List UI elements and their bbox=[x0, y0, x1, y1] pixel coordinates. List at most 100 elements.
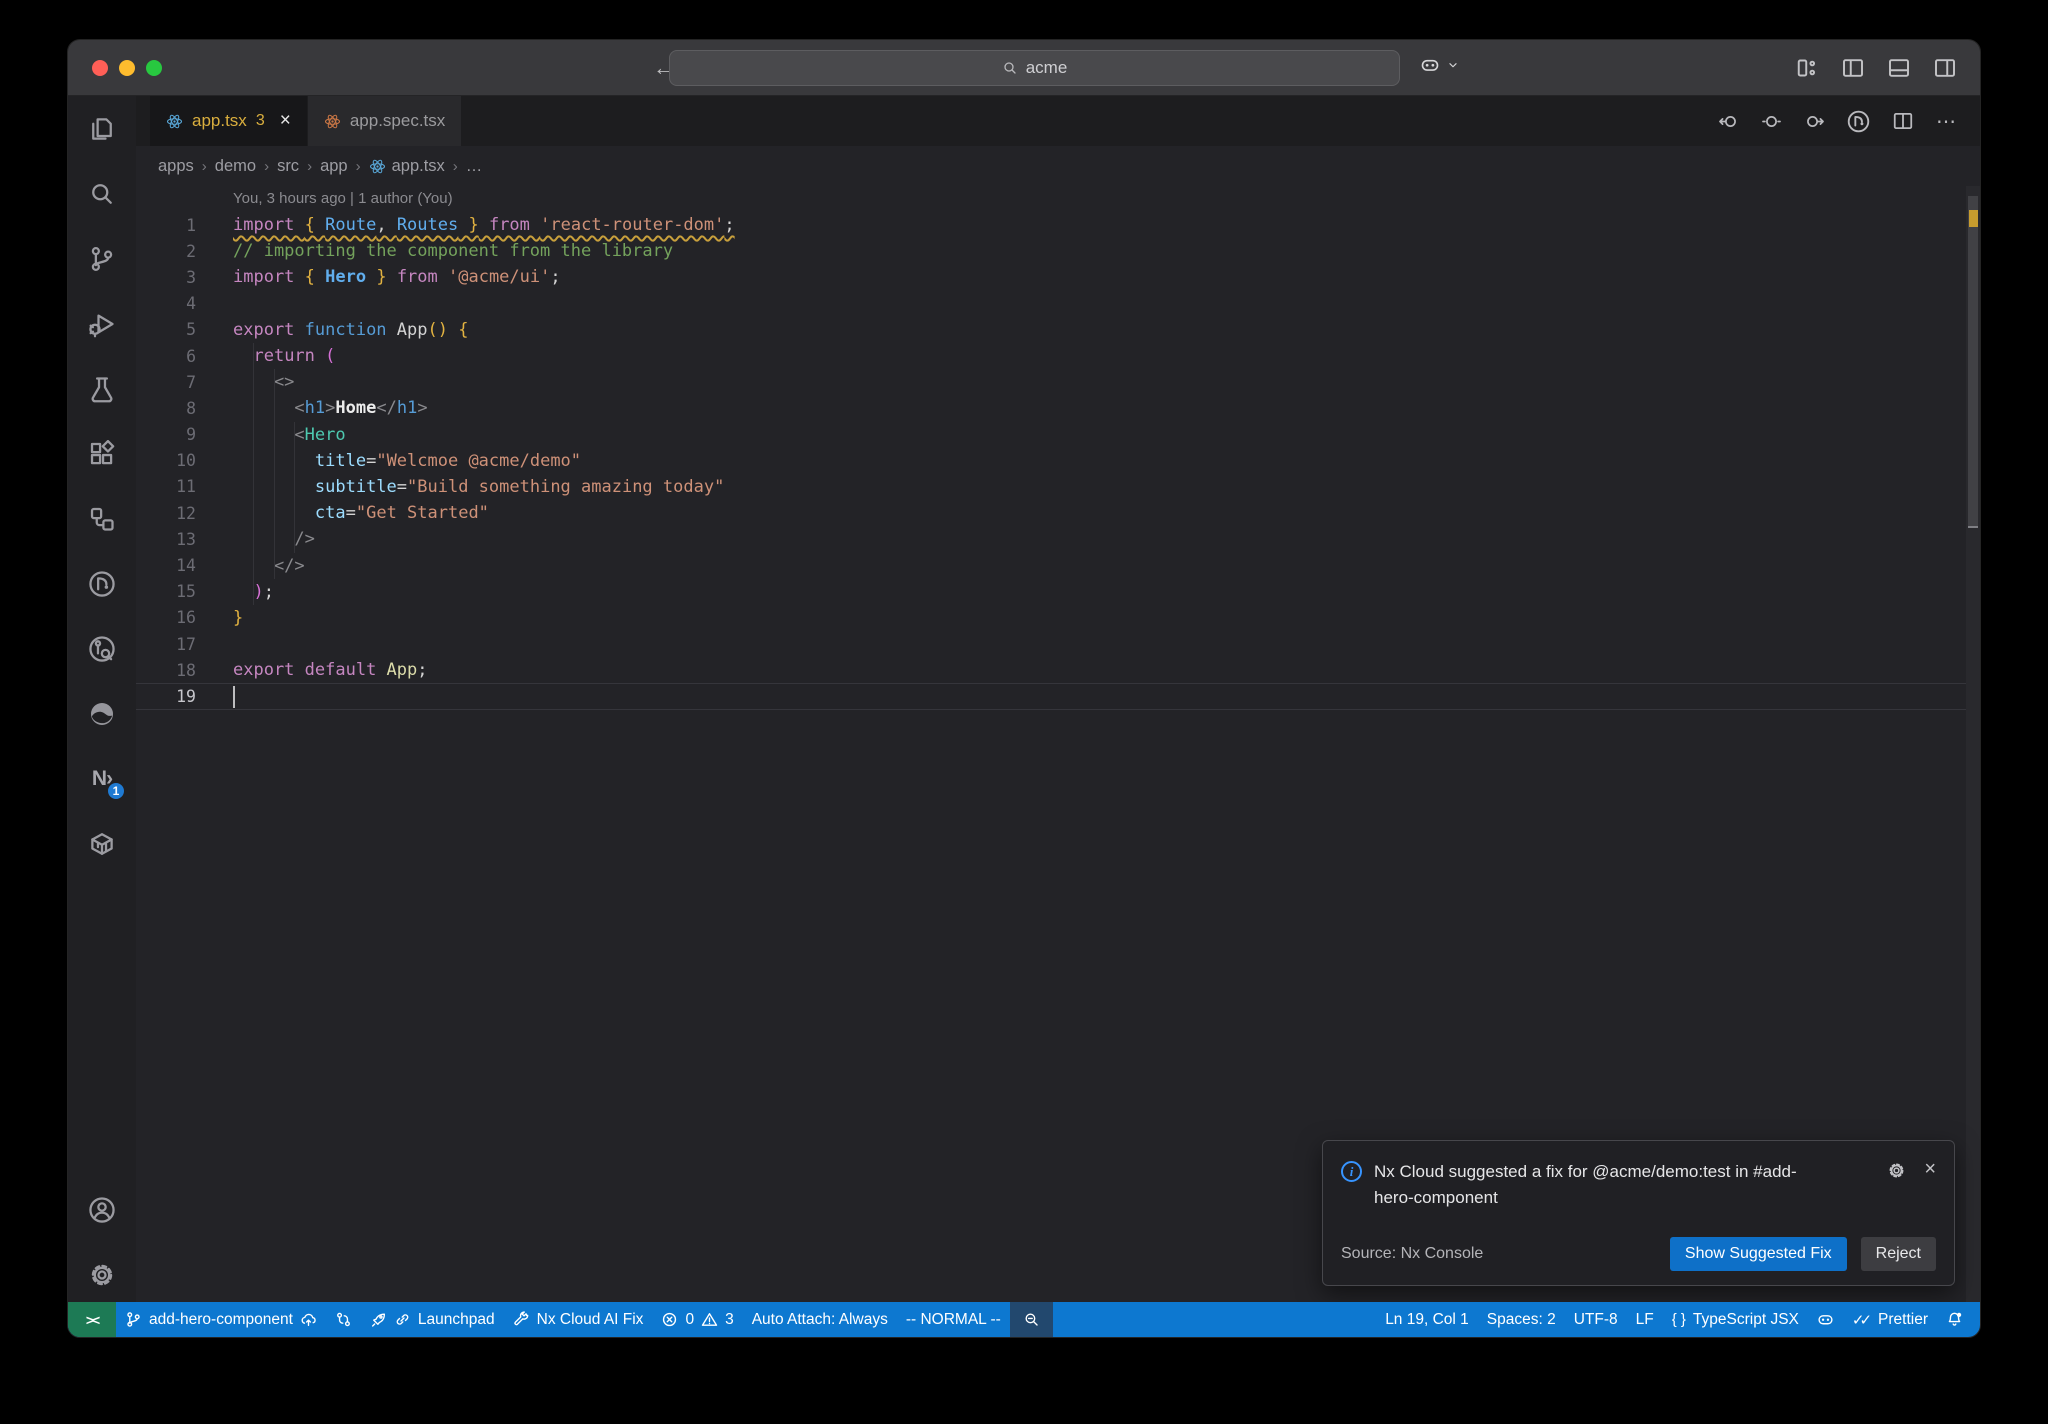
status-problems[interactable]: 03 bbox=[652, 1302, 742, 1337]
code-text: cta="Get Started" bbox=[314, 503, 489, 524]
scrollbar-thumb[interactable] bbox=[1968, 196, 1978, 528]
tab-close-icon[interactable]: × bbox=[280, 110, 291, 132]
titlebar: ← → acme bbox=[68, 40, 1980, 96]
code-line-2[interactable]: 2 // importing the component from the lib… bbox=[136, 238, 1966, 264]
commit-graph-icon[interactable] bbox=[87, 634, 117, 664]
extensions-icon[interactable] bbox=[87, 439, 117, 469]
breadcrumb-item-src[interactable]: src bbox=[277, 157, 299, 176]
code-line-14[interactable]: 14 </> bbox=[136, 552, 1966, 578]
tab-app.tsx[interactable]: app.tsx 3 × bbox=[150, 96, 307, 146]
status-zoom-indicator[interactable] bbox=[1009, 1302, 1053, 1337]
status-encoding[interactable]: UTF-8 bbox=[1565, 1302, 1627, 1337]
code-line-8[interactable]: 8 <h1>Home</h1> bbox=[136, 395, 1966, 421]
breadcrumb-item-apps[interactable]: apps bbox=[158, 157, 194, 176]
code-line-12[interactable]: 12 cta="Get Started" bbox=[136, 500, 1966, 526]
code-line-16[interactable]: 16} bbox=[136, 605, 1966, 631]
breadcrumb-item-demo[interactable]: demo bbox=[215, 157, 256, 176]
toggle-secondary-sidebar-icon[interactable] bbox=[1932, 55, 1958, 81]
code-line-1[interactable]: 1 import { Route, Routes } from 'react-ro… bbox=[136, 212, 1966, 238]
search-icon[interactable] bbox=[87, 179, 117, 209]
git-branch-icon bbox=[125, 1311, 142, 1328]
command-center-search[interactable]: acme bbox=[669, 50, 1400, 86]
run-debug-icon[interactable] bbox=[87, 309, 117, 339]
toggle-panel-icon[interactable] bbox=[1886, 55, 1912, 81]
warning-triangle-icon bbox=[701, 1311, 718, 1328]
close-window-button[interactable] bbox=[92, 59, 108, 76]
breadcrumb-item-app.tsx[interactable]: app.tsx bbox=[369, 157, 445, 176]
reject-button[interactable]: Reject bbox=[1860, 1237, 1936, 1271]
code-text: import { Hero } from '@acme/ui'; bbox=[233, 267, 561, 288]
edge-tools-icon[interactable] bbox=[87, 699, 117, 729]
explorer-icon[interactable] bbox=[87, 114, 117, 144]
vertical-scrollbar[interactable] bbox=[1966, 186, 1980, 1302]
show-suggested-fix-button[interactable]: Show Suggested Fix bbox=[1669, 1237, 1847, 1271]
settings-gear-icon[interactable] bbox=[87, 1260, 117, 1290]
status-nx-cloud-ai-fix[interactable]: Nx Cloud AI Fix bbox=[504, 1302, 653, 1337]
changes-icon[interactable] bbox=[1761, 111, 1782, 132]
status-eol[interactable]: LF bbox=[1627, 1302, 1663, 1337]
code-line-3[interactable]: 3 import { Hero } from '@acme/ui'; bbox=[136, 264, 1966, 290]
code-line-11[interactable]: 11 subtitle="Build something amazing tod… bbox=[136, 474, 1966, 500]
status-cursor-position[interactable]: Ln 19, Col 1 bbox=[1376, 1302, 1478, 1337]
notification-settings-gear-icon[interactable] bbox=[1887, 1161, 1906, 1185]
next-change-icon[interactable] bbox=[1804, 111, 1825, 132]
split-editor-icon[interactable] bbox=[1892, 110, 1914, 132]
code-line-15[interactable]: 15 ); bbox=[136, 579, 1966, 605]
status-vim-mode[interactable]: -- NORMAL -- bbox=[897, 1302, 1010, 1337]
status-auto-attach[interactable]: Auto Attach: Always bbox=[743, 1302, 897, 1337]
status-launchpad[interactable]: Launchpad bbox=[361, 1302, 504, 1337]
code-text: export default App; bbox=[233, 660, 428, 681]
code-line-13[interactable]: 13 /> bbox=[136, 526, 1966, 552]
line-number: 16 bbox=[176, 608, 196, 628]
copilot-icon[interactable] bbox=[1420, 55, 1440, 80]
project-graph-icon[interactable] bbox=[87, 504, 117, 534]
zoom-window-button[interactable] bbox=[146, 59, 162, 76]
notification-close-icon[interactable]: × bbox=[1924, 1159, 1936, 1179]
code-line-5[interactable]: 5 export function App() { bbox=[136, 317, 1966, 343]
run-circle-icon[interactable] bbox=[87, 569, 117, 599]
nx-console-icon[interactable]: N› 1 bbox=[87, 764, 126, 801]
breadcrumb-item-app[interactable]: app bbox=[320, 157, 348, 176]
code-line-18[interactable]: 18 export default App; bbox=[136, 657, 1966, 683]
gitlens-blame-annotation[interactable]: You, 3 hours ago | 1 author (You) bbox=[233, 190, 453, 207]
status-copilot-status[interactable] bbox=[1808, 1302, 1843, 1337]
containers-icon[interactable] bbox=[87, 829, 117, 859]
rocket-icon bbox=[370, 1311, 387, 1328]
status-git-branch[interactable]: add-hero-component bbox=[116, 1302, 326, 1337]
code-line-10[interactable]: 10 title="Welcmoe @acme/demo" bbox=[136, 448, 1966, 474]
react-icon bbox=[369, 158, 386, 175]
code-line-7[interactable]: 7 <> bbox=[136, 369, 1966, 395]
status-formatter-prettier[interactable]: ✓✓ Prettier bbox=[1843, 1302, 1937, 1337]
prev-change-icon[interactable] bbox=[1718, 111, 1739, 132]
line-number: 17 bbox=[176, 634, 196, 654]
customize-layout-icon[interactable] bbox=[1794, 55, 1820, 81]
magnifier-icon bbox=[1023, 1311, 1040, 1328]
breadcrumb: apps › demo › src › app › app.tsx ›… bbox=[136, 146, 1980, 186]
tab-app.spec.tsx[interactable]: app.spec.tsx bbox=[307, 96, 462, 146]
status-indentation[interactable]: Spaces: 2 bbox=[1478, 1302, 1565, 1337]
bell-dot-icon bbox=[1946, 1311, 1963, 1328]
source-control-icon[interactable] bbox=[87, 244, 117, 274]
indent-guide bbox=[273, 369, 275, 579]
activity-bar: N› 1 bbox=[68, 96, 136, 1302]
status-remote-indicator[interactable]: >< bbox=[68, 1302, 116, 1337]
account-icon[interactable] bbox=[87, 1195, 117, 1225]
code-editor[interactable]: You, 3 hours ago | 1 author (You) 1 impor… bbox=[136, 186, 1980, 1302]
run-file-icon[interactable] bbox=[1847, 110, 1870, 133]
more-actions-icon[interactable]: ⋯ bbox=[1936, 109, 1958, 134]
code-text: } bbox=[233, 607, 244, 628]
code-line-6[interactable]: 6 return ( bbox=[136, 343, 1966, 369]
status-notifications-bell[interactable] bbox=[1937, 1302, 1972, 1337]
toggle-primary-sidebar-icon[interactable] bbox=[1840, 55, 1866, 81]
testing-icon[interactable] bbox=[87, 374, 117, 404]
code-line-17[interactable]: 17 bbox=[136, 631, 1966, 657]
code-line-19[interactable]: 19 bbox=[136, 683, 1966, 710]
status-git-graph[interactable] bbox=[326, 1302, 361, 1337]
chevron-down-icon[interactable] bbox=[1446, 58, 1460, 77]
status-language-mode[interactable]: { } TypeScript JSX bbox=[1663, 1302, 1808, 1337]
tab-bar: app.tsx 3 × app.spec.tsx ⋯ bbox=[136, 96, 1980, 146]
code-line-4[interactable]: 4 bbox=[136, 291, 1966, 317]
code-line-9[interactable]: 9 <Hero bbox=[136, 422, 1966, 448]
minimize-window-button[interactable] bbox=[119, 59, 135, 76]
breadcrumb-item-…[interactable]: … bbox=[466, 157, 483, 176]
